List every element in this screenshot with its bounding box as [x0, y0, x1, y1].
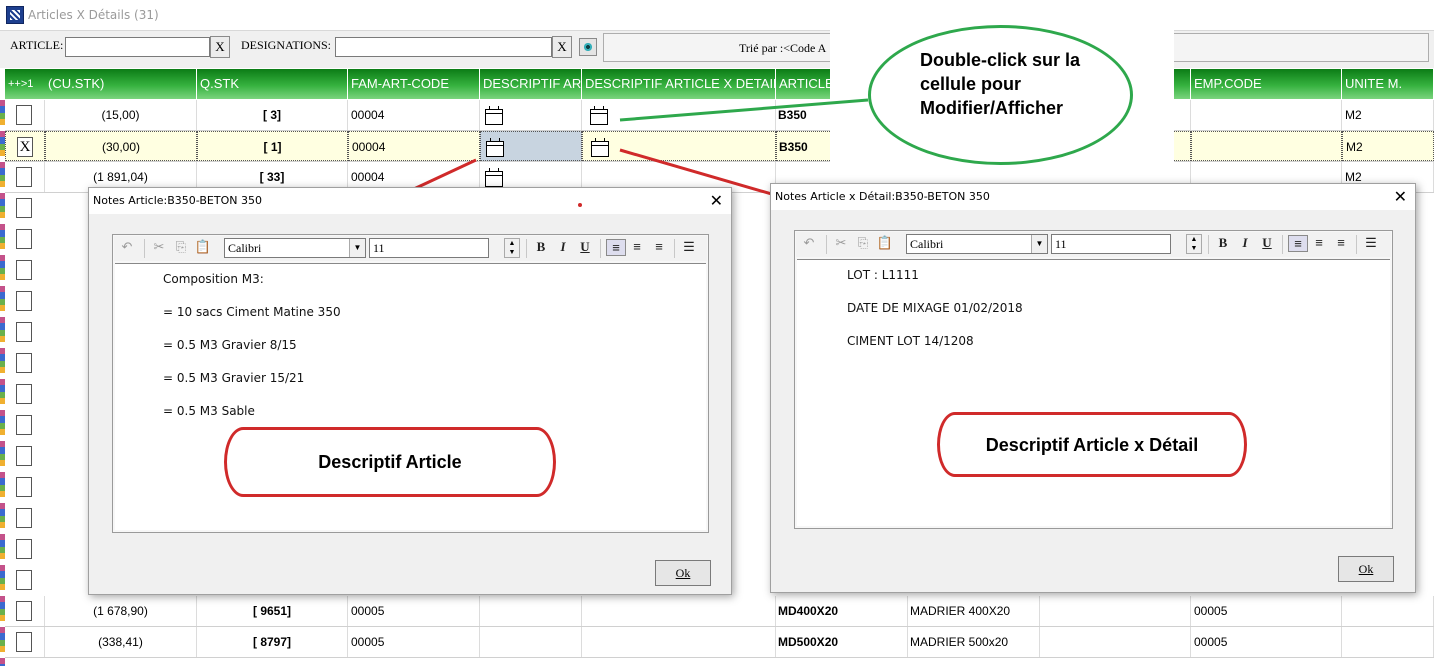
underline-icon[interactable]: U	[576, 239, 594, 255]
dialog-titlebar: Notes Article x Détail:B350-BETON 350 ✕	[771, 184, 1415, 210]
green-arrow-line	[619, 98, 869, 122]
bold-icon[interactable]: B	[532, 239, 550, 255]
editor-toolbar: ↶ ✂ ⎘ 📋 Calibri ▼ 11 ▲ ▼ B I U ≡ ≡ ≡ ☰	[796, 232, 1391, 257]
callout-descriptif-detail: Descriptif Article x Détail	[937, 412, 1247, 477]
detail-notes-text[interactable]: LOT : L1111 DATE DE MIXAGE 01/02/2018 CI…	[797, 259, 1390, 526]
font-select[interactable]: Calibri ▼	[224, 238, 366, 258]
align-right-icon[interactable]: ≡	[650, 239, 668, 254]
note-line: DATE DE MIXAGE 01/02/2018	[847, 301, 1023, 315]
close-icon[interactable]: ✕	[1394, 187, 1407, 206]
align-left-icon[interactable]: ≡	[606, 239, 626, 256]
font-select[interactable]: Calibri ▼	[906, 234, 1048, 254]
dialog-title: Notes Article:B350-BETON 350	[93, 194, 262, 207]
font-size-spinner[interactable]: ▲ ▼	[1186, 234, 1202, 254]
undo-icon[interactable]: ↶	[118, 239, 136, 255]
notes-article-dialog: Notes Article:B350-BETON 350 ✕ ↶ ✂ ⎘ 📋 C…	[88, 187, 732, 595]
cut-icon[interactable]: ✂	[150, 239, 168, 255]
note-line: = 10 sacs Ciment Matine 350	[163, 305, 341, 319]
paste-icon[interactable]: 📋	[876, 235, 894, 251]
editor-toolbar: ↶ ✂ ⎘ 📋 Calibri ▼ 11 ▲ ▼ B I U ≡ ≡ ≡ ☰	[114, 236, 707, 261]
note-line: = 0.5 M3 Gravier 15/21	[163, 371, 305, 385]
align-right-icon[interactable]: ≡	[1332, 235, 1350, 250]
bold-icon[interactable]: B	[1214, 235, 1232, 251]
callout-descriptif-article: Descriptif Article	[224, 427, 556, 497]
font-size-input[interactable]: 11	[369, 238, 489, 258]
font-size-spinner[interactable]: ▲ ▼	[504, 238, 520, 258]
ok-button[interactable]: Ok	[655, 560, 711, 586]
undo-icon[interactable]: ↶	[800, 235, 818, 251]
copy-icon[interactable]: ⎘	[854, 235, 872, 251]
align-center-icon[interactable]: ≡	[628, 239, 646, 254]
close-icon[interactable]: ✕	[710, 191, 723, 210]
paste-icon[interactable]: 📋	[194, 239, 212, 255]
copy-icon[interactable]: ⎘	[172, 239, 190, 255]
italic-icon[interactable]: I	[1236, 235, 1254, 251]
note-line: LOT : L1111	[847, 268, 919, 282]
underline-icon[interactable]: U	[1258, 235, 1276, 251]
note-line: Composition M3:	[163, 272, 264, 286]
ok-button[interactable]: Ok	[1338, 556, 1394, 582]
note-line: = 0.5 M3 Gravier 8/15	[163, 338, 297, 352]
note-line: CIMENT LOT 14/1208	[847, 334, 974, 348]
cut-icon[interactable]: ✂	[832, 235, 850, 251]
bullet-list-icon[interactable]: ☰	[1362, 235, 1380, 251]
red-dot	[578, 203, 582, 207]
dialog-titlebar: Notes Article:B350-BETON 350 ✕	[89, 188, 731, 214]
dialog-title: Notes Article x Détail:B350-BETON 350	[775, 190, 990, 203]
chevron-down-icon: ▼	[1031, 235, 1047, 253]
font-size-input[interactable]: 11	[1051, 234, 1171, 254]
align-center-icon[interactable]: ≡	[1310, 235, 1328, 250]
italic-icon[interactable]: I	[554, 239, 572, 255]
rich-text-editor: ↶ ✂ ⎘ 📋 Calibri ▼ 11 ▲ ▼ B I U ≡ ≡ ≡ ☰ LOT…	[794, 230, 1393, 529]
notes-detail-dialog: Notes Article x Détail:B350-BETON 350 ✕ …	[770, 183, 1416, 593]
note-line: = 0.5 M3 Sable	[163, 404, 255, 418]
align-left-icon[interactable]: ≡	[1288, 235, 1308, 252]
bullet-list-icon[interactable]: ☰	[680, 239, 698, 255]
chevron-down-icon: ▼	[349, 239, 365, 257]
